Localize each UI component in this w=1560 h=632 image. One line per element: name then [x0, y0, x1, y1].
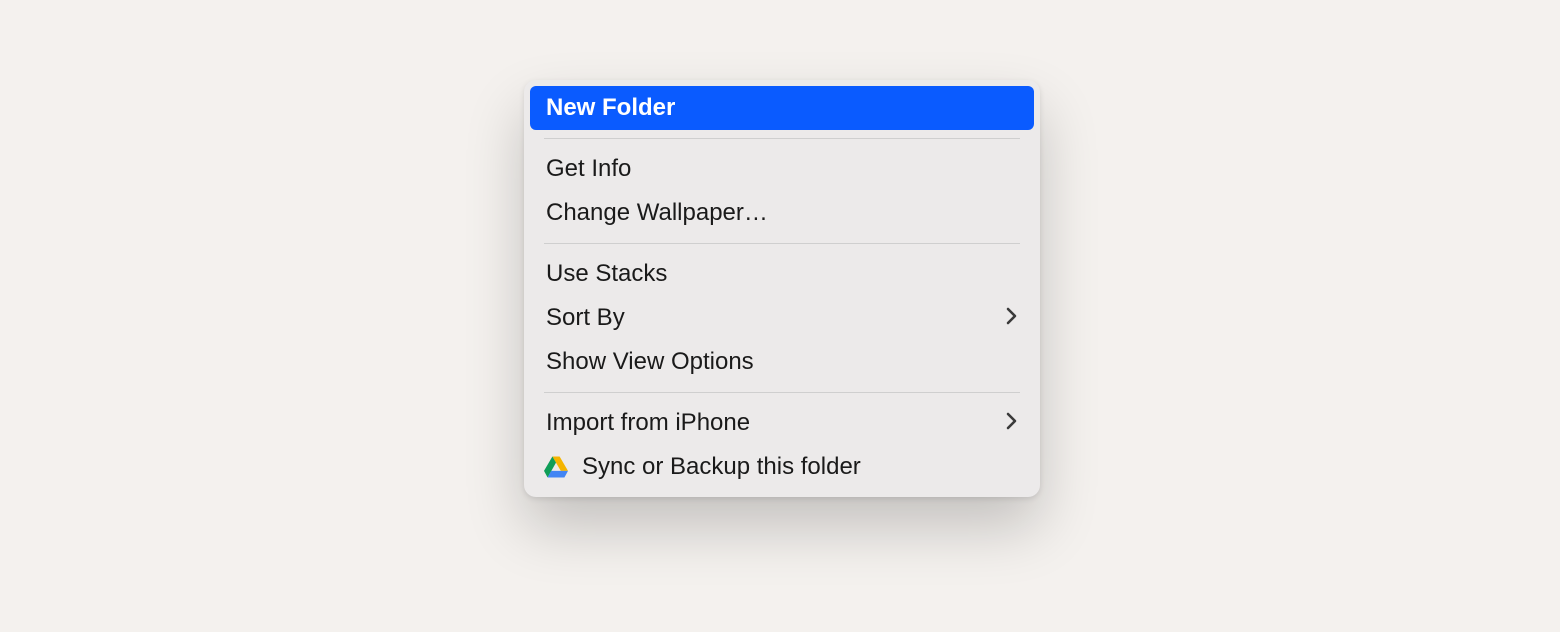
menu-item-get-info[interactable]: Get Info [530, 147, 1034, 191]
menu-item-label: Import from iPhone [546, 411, 1006, 435]
menu-item-change-wallpaper[interactable]: Change Wallpaper… [530, 191, 1034, 235]
menu-item-label: Show View Options [546, 350, 1018, 374]
menu-divider [544, 243, 1020, 244]
menu-item-new-folder[interactable]: New Folder [530, 86, 1034, 130]
menu-item-label: New Folder [546, 96, 1018, 120]
menu-item-label: Sort By [546, 306, 1006, 330]
chevron-right-icon [1006, 306, 1018, 330]
menu-item-label: Use Stacks [546, 262, 1018, 286]
menu-item-show-view-options[interactable]: Show View Options [530, 340, 1034, 384]
menu-item-sync-or-backup[interactable]: Sync or Backup this folder [530, 445, 1034, 489]
menu-item-label: Sync or Backup this folder [582, 455, 1018, 479]
menu-item-import-from-iphone[interactable]: Import from iPhone [530, 401, 1034, 445]
menu-divider [544, 392, 1020, 393]
menu-divider [544, 138, 1020, 139]
context-menu[interactable]: New Folder Get Info Change Wallpaper… Us… [524, 80, 1040, 497]
menu-item-sort-by[interactable]: Sort By [530, 296, 1034, 340]
menu-item-label: Get Info [546, 157, 1018, 181]
google-drive-icon [542, 453, 570, 481]
menu-item-use-stacks[interactable]: Use Stacks [530, 252, 1034, 296]
chevron-right-icon [1006, 411, 1018, 435]
menu-item-label: Change Wallpaper… [546, 201, 1018, 225]
